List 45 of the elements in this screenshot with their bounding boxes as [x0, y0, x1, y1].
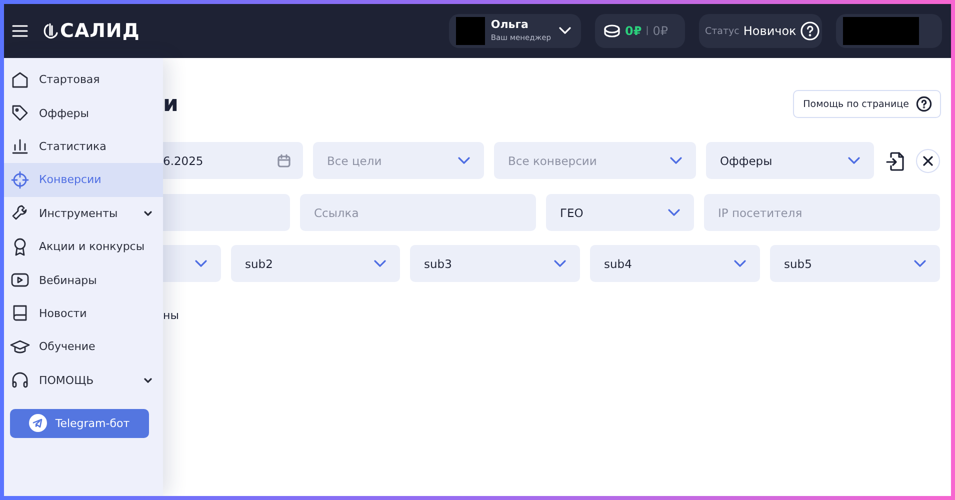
- sidebar-item[interactable]: Новости: [4, 296, 163, 330]
- sidebar-item[interactable]: Стартовая: [4, 63, 163, 96]
- logo-icon: [42, 22, 58, 40]
- note-text: ны: [163, 309, 180, 322]
- dropdown[interactable]: sub2: [231, 245, 400, 282]
- help-icon: [916, 96, 932, 112]
- sidebar-item[interactable]: Статистика: [4, 130, 163, 164]
- page-title: и: [163, 92, 178, 116]
- status-value: Новичок: [743, 24, 796, 38]
- coin-icon: [603, 24, 621, 38]
- close-icon: [923, 156, 933, 166]
- hold-amount: 0₽: [652, 24, 668, 38]
- sidebar-item[interactable]: Инструменты: [4, 196, 163, 230]
- manager-name: Ольга: [490, 18, 530, 31]
- close-button[interactable]: [916, 148, 940, 172]
- sidebar-item[interactable]: Обучение: [4, 330, 163, 364]
- dropdown[interactable]: Офферы: [706, 142, 874, 179]
- balance-amount: 0₽: [625, 24, 642, 38]
- telegram-button[interactable]: Telegram-бот: [10, 408, 149, 438]
- separator: |: [646, 26, 649, 36]
- nav-icon: [10, 103, 30, 124]
- dropdown[interactable]: sub4: [590, 245, 760, 282]
- sidebar-item[interactable]: Вебинары: [4, 263, 163, 297]
- nav-icon: [10, 70, 30, 90]
- export-icon[interactable]: [884, 150, 906, 172]
- paper-plane-icon: [29, 414, 48, 432]
- calendar-icon: [277, 154, 291, 168]
- balance-card[interactable]: 0₽ | 0₽: [595, 14, 685, 48]
- status-card[interactable]: Статус Новичок: [699, 14, 822, 48]
- help-button[interactable]: Помощь по странице: [793, 90, 941, 118]
- dropdown[interactable]: sub5: [770, 245, 940, 282]
- input-field[interactable]: [163, 194, 290, 231]
- status-label: Статус: [705, 26, 740, 36]
- sidebar-item[interactable]: Офферы: [4, 96, 163, 130]
- logo-text: САЛИД: [60, 20, 140, 42]
- help-icon[interactable]: [800, 21, 820, 41]
- nav-icon: [10, 170, 30, 190]
- dropdown[interactable]: ГЕО: [546, 194, 694, 231]
- menu-icon[interactable]: [12, 25, 28, 37]
- sidebar-item[interactable]: ПОМОЩЬ: [4, 364, 163, 397]
- nav-icon: [10, 370, 30, 390]
- sidebar-item[interactable]: Акции и конкурсы: [4, 230, 163, 264]
- dropdown[interactable]: sub3: [410, 245, 580, 282]
- date-field[interactable]: 6.2025: [163, 142, 303, 179]
- avatar: [456, 17, 485, 45]
